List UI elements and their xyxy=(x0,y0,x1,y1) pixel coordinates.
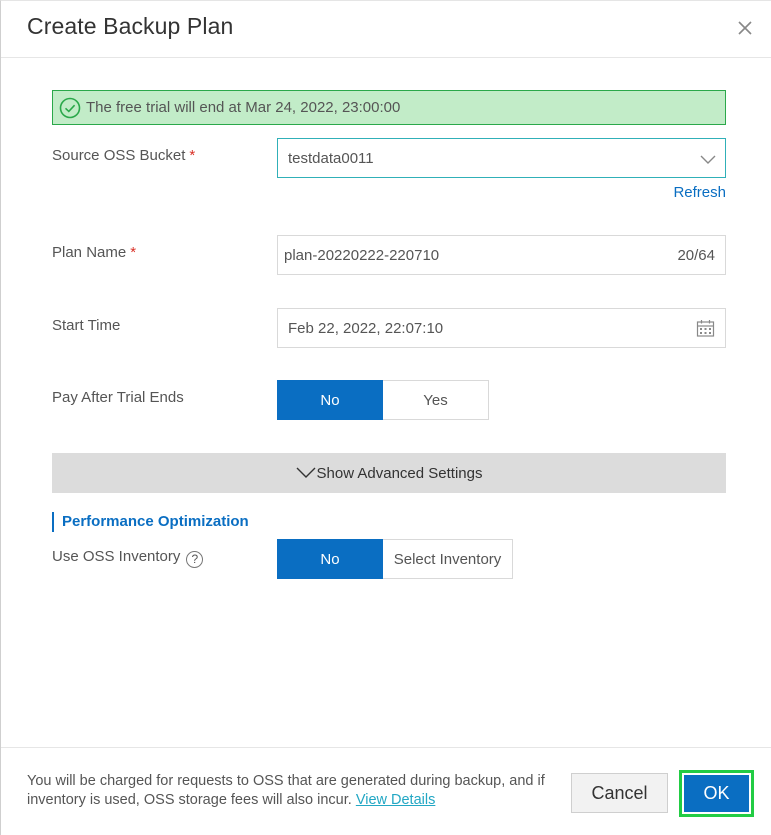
plan-name-counter: 20/64 xyxy=(677,247,715,264)
source-bucket-select[interactable]: testdata0011 xyxy=(277,138,726,178)
show-advanced-settings-label: Show Advanced Settings xyxy=(316,464,483,482)
trial-banner: The free trial will end at Mar 24, 2022,… xyxy=(52,90,726,125)
pay-after-trial-toggle: No Yes xyxy=(277,380,489,420)
pay-after-trial-label: Pay After Trial Ends xyxy=(52,389,184,406)
start-time-value: Feb 22, 2022, 22:07:10 xyxy=(288,319,444,337)
plan-name-value: plan-20220222-220710 xyxy=(284,246,440,264)
view-details-link[interactable]: View Details xyxy=(356,792,436,808)
billing-note-text: You will be charged for requests to OSS … xyxy=(27,773,545,808)
source-bucket-value: testdata0011 xyxy=(288,149,374,167)
chevron-down-icon xyxy=(296,467,316,478)
show-advanced-settings-button[interactable]: Show Advanced Settings xyxy=(52,453,726,493)
required-mark: * xyxy=(130,244,137,261)
pay-after-trial-yes[interactable]: Yes xyxy=(383,380,489,420)
calendar-icon[interactable] xyxy=(696,319,715,338)
plan-name-input[interactable]: plan-20220222-220710 20/64 xyxy=(277,235,726,275)
plan-name-label-text: Plan Name xyxy=(52,244,127,261)
source-bucket-label: Source OSS Bucket * xyxy=(52,147,195,164)
close-icon[interactable] xyxy=(735,18,755,38)
check-circle-icon xyxy=(59,97,81,118)
required-mark: * xyxy=(189,147,196,164)
cancel-button[interactable]: Cancel xyxy=(571,773,668,813)
ok-button[interactable]: OK xyxy=(684,775,749,812)
oss-inventory-label: Use OSS Inventory? xyxy=(52,548,204,568)
dialog-title: Create Backup Plan xyxy=(27,13,234,39)
trial-banner-text: The free trial will end at Mar 24, 2022,… xyxy=(86,99,401,116)
dialog-header: Create Backup Plan xyxy=(1,1,771,58)
start-time-label: Start Time xyxy=(52,317,121,334)
oss-inventory-label-text: Use OSS Inventory xyxy=(52,548,181,565)
plan-name-label: Plan Name * xyxy=(52,244,136,261)
source-bucket-label-text: Source OSS Bucket xyxy=(52,147,186,164)
help-icon[interactable]: ? xyxy=(186,551,204,568)
oss-inventory-select[interactable]: Select Inventory xyxy=(383,539,513,579)
start-time-picker[interactable]: Feb 22, 2022, 22:07:10 xyxy=(277,308,726,348)
oss-inventory-toggle: No Select Inventory xyxy=(277,539,513,579)
performance-optimization-heading: Performance Optimization xyxy=(52,512,249,532)
create-backup-plan-dialog: Create Backup Plan The free trial will e… xyxy=(0,0,771,835)
pay-after-trial-no[interactable]: No xyxy=(277,380,383,420)
refresh-link[interactable]: Refresh xyxy=(601,184,726,201)
chevron-down-icon xyxy=(700,155,716,164)
oss-inventory-no[interactable]: No xyxy=(277,539,383,579)
billing-note: You will be charged for requests to OSS … xyxy=(27,772,547,810)
ok-button-highlight: OK xyxy=(679,770,754,817)
